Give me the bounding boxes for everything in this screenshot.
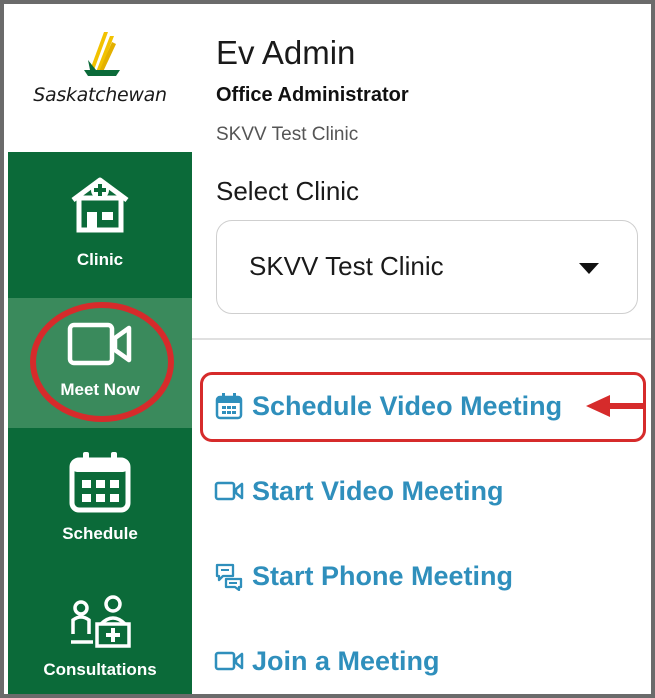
sidebar-item-clinic[interactable]: Clinic — [8, 152, 192, 298]
action-label: Start Video Meeting — [252, 475, 504, 506]
video-camera-icon — [67, 322, 132, 366]
start-video-meeting-link[interactable]: Start Video Meeting — [214, 471, 504, 511]
consultation-icon — [71, 595, 131, 648]
sidebar: Saskatchewan Clinic Meet Now Schedule Co… — [8, 4, 192, 694]
sidebar-item-consultations[interactable]: Consultations — [8, 558, 192, 694]
clinic-select-dropdown[interactable]: SKVV Test Clinic — [216, 220, 638, 314]
chat-bubbles-icon — [215, 563, 243, 591]
sidebar-item-schedule[interactable]: Schedule — [8, 428, 192, 558]
user-role: Office Administrator — [216, 84, 409, 106]
video-camera-icon — [214, 481, 244, 501]
schedule-video-meeting-link[interactable]: Schedule Video Meeting — [214, 386, 562, 426]
action-label: Schedule Video Meeting — [252, 390, 563, 421]
main-panel: Ev Admin Office Administrator SKVV Test … — [192, 4, 651, 694]
annotation-arrow-icon — [586, 395, 644, 417]
sidebar-item-label: Consultations — [43, 660, 157, 679]
sidebar-item-label: Clinic — [76, 250, 124, 269]
user-name: Ev Admin — [216, 34, 356, 71]
action-label: Join a Meeting — [252, 645, 440, 676]
sidebar-nav: Clinic Meet Now Schedule Consultations — [8, 152, 192, 694]
clinic-building-icon — [71, 177, 129, 233]
select-clinic-label: Select Clinic — [216, 176, 360, 206]
wheat-logo-icon — [84, 32, 120, 76]
user-clinic: SKVV Test Clinic — [216, 124, 359, 145]
logo[interactable]: Saskatchewan — [8, 4, 192, 152]
sidebar-item-meet-now[interactable]: Meet Now — [8, 298, 192, 428]
calendar-icon — [215, 393, 243, 420]
brand-name: Saskatchewan — [33, 84, 167, 106]
sidebar-item-label: Meet Now — [60, 380, 140, 399]
clinic-select-value: SKVV Test Clinic — [249, 251, 444, 281]
chevron-down-icon — [579, 263, 599, 274]
app-frame: Saskatchewan Clinic Meet Now Schedule Co… — [0, 0, 655, 698]
sidebar-item-label: Schedule — [62, 524, 138, 543]
calendar-icon — [69, 452, 131, 513]
action-label: Start Phone Meeting — [252, 560, 514, 591]
video-camera-icon — [214, 651, 244, 671]
join-meeting-link[interactable]: Join a Meeting — [214, 641, 440, 681]
start-phone-meeting-link[interactable]: Start Phone Meeting — [214, 556, 513, 596]
divider — [192, 338, 651, 340]
